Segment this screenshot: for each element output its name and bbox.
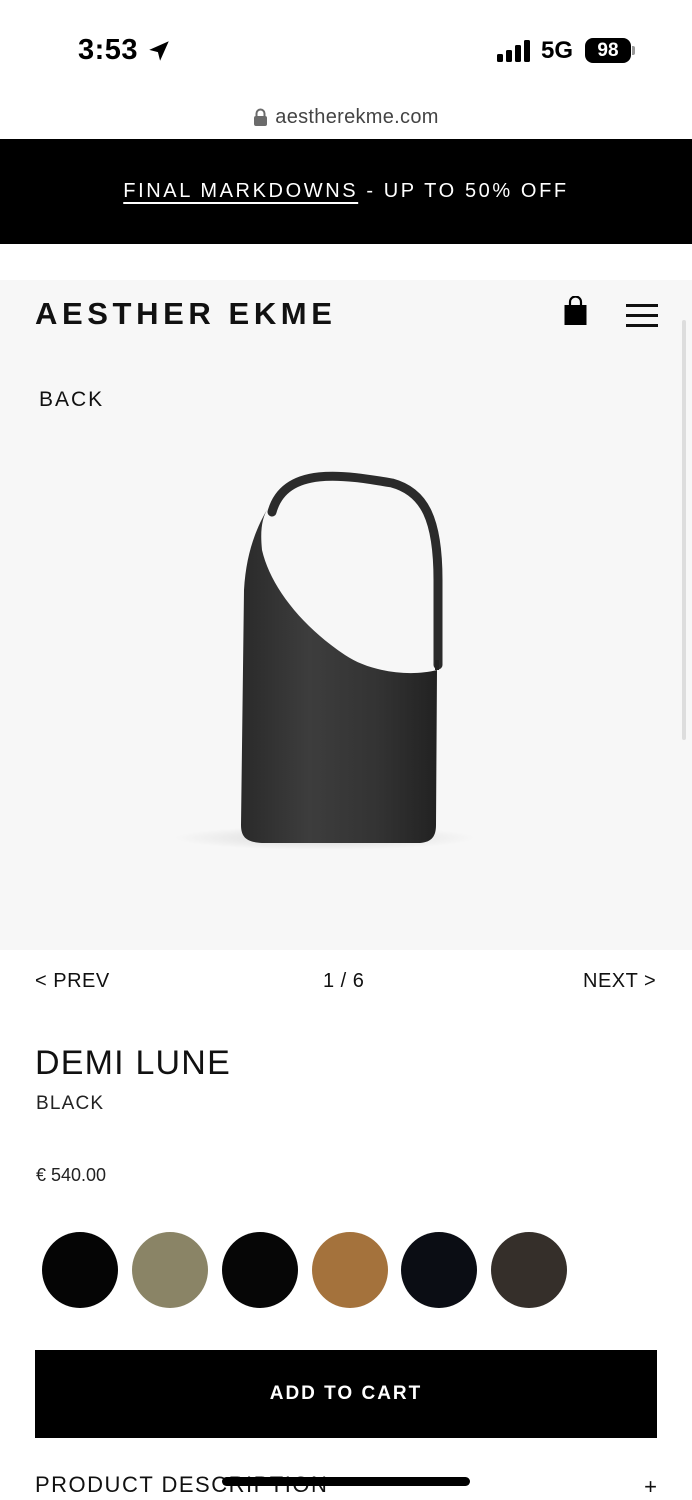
color-swatch[interactable] — [132, 1232, 208, 1308]
network-type: 5G — [541, 37, 574, 64]
scrollbar[interactable] — [682, 320, 686, 740]
url-bar[interactable]: aestherekme.com — [0, 100, 692, 140]
location-arrow-icon — [149, 41, 169, 61]
color-swatch[interactable] — [312, 1232, 388, 1308]
product-price: € 540.00 — [36, 1165, 107, 1185]
product-image[interactable] — [0, 280, 692, 950]
url-text: aestherekme.com — [275, 106, 439, 128]
image-counter: 1 / 6 — [323, 970, 365, 992]
color-swatch[interactable] — [42, 1232, 118, 1308]
hamburger-menu-icon[interactable] — [626, 304, 658, 328]
product-color: BLACK — [36, 1093, 105, 1114]
promo-link[interactable]: FINAL MARKDOWNS — [123, 180, 358, 203]
product-gallery: AESTHER EKME BACK — [0, 280, 692, 950]
expand-plus-icon: + — [644, 1474, 657, 1499]
status-time: 3:53 — [78, 34, 139, 66]
signal-strength-icon — [497, 40, 533, 62]
product-title: DEMI LUNE — [35, 1044, 231, 1082]
back-link[interactable]: BACK — [39, 388, 104, 412]
next-button[interactable]: NEXT > — [583, 970, 656, 993]
color-swatch[interactable] — [491, 1232, 567, 1308]
home-indicator — [222, 1477, 470, 1486]
status-bar: 3:53 5G 98 — [0, 0, 692, 100]
lock-icon — [254, 108, 268, 126]
battery-icon: 98 — [585, 38, 631, 63]
prev-button[interactable]: < PREV — [35, 970, 110, 993]
brand-logo[interactable]: AESTHER EKME — [35, 296, 337, 332]
promo-banner: FINAL MARKDOWNS - UP TO 50% OFF — [0, 139, 692, 244]
color-swatches — [42, 1232, 582, 1308]
shopping-bag-icon[interactable] — [563, 296, 588, 326]
color-swatch[interactable] — [401, 1232, 477, 1308]
promo-text: - UP TO 50% OFF — [358, 180, 569, 202]
color-swatch[interactable] — [222, 1232, 298, 1308]
battery-tip — [632, 46, 635, 55]
add-to-cart-button[interactable]: ADD TO CART — [35, 1350, 657, 1438]
